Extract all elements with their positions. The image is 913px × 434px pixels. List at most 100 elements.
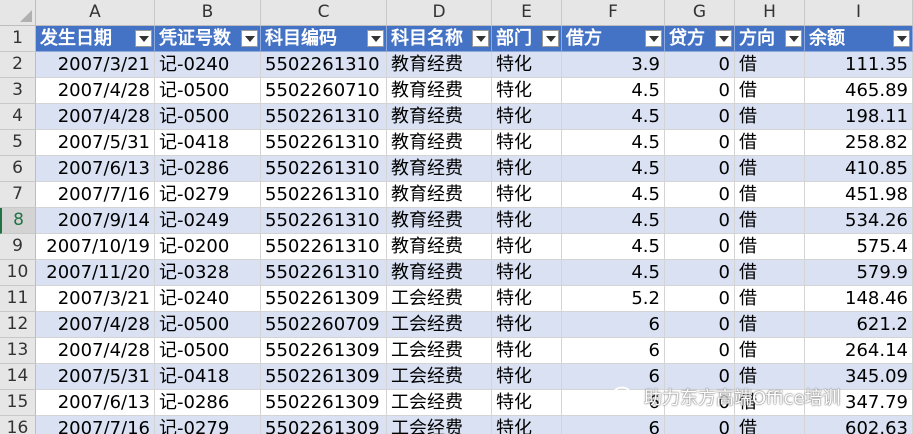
cell-code[interactable]: 5502260710 [261, 78, 387, 104]
cell-subject[interactable]: 工会经费 [387, 312, 492, 338]
cell-dir[interactable]: 借 [735, 260, 805, 286]
cell-subject[interactable]: 教育经费 [387, 78, 492, 104]
cell-date[interactable]: 2007/3/21 [36, 286, 155, 312]
column-header-C[interactable]: C [261, 0, 387, 26]
cell-dept[interactable]: 特化 [492, 234, 562, 260]
row-header-1[interactable]: 1 [0, 26, 36, 52]
cell-balance[interactable]: 465.89 [805, 78, 913, 104]
cell-subject[interactable]: 教育经费 [387, 52, 492, 78]
header-cell-dir[interactable]: 方向 [735, 26, 805, 52]
header-cell-balance[interactable]: 余额 [805, 26, 913, 52]
cell-code[interactable]: 5502261309 [261, 390, 387, 416]
row-header[interactable]: 2 [0, 52, 36, 78]
cell-credit[interactable]: 0 [665, 78, 735, 104]
filter-dropdown-icon[interactable] [542, 30, 559, 47]
cell-dir[interactable]: 借 [735, 338, 805, 364]
filter-dropdown-icon[interactable] [241, 30, 258, 47]
header-cell-code[interactable]: 科目编码 [261, 26, 387, 52]
cell-balance[interactable]: 258.82 [805, 130, 913, 156]
cell-debit[interactable]: 4.5 [562, 104, 665, 130]
cell-credit[interactable]: 0 [665, 182, 735, 208]
cell-subject[interactable]: 工会经费 [387, 364, 492, 390]
cell-balance[interactable]: 198.11 [805, 104, 913, 130]
column-header-F[interactable]: F [562, 0, 665, 26]
cell-code[interactable]: 5502261309 [261, 338, 387, 364]
header-cell-voucher[interactable]: 凭证号数 [155, 26, 261, 52]
cell-debit[interactable]: 6 [562, 338, 665, 364]
column-header-A[interactable]: A [36, 0, 155, 26]
row-header[interactable]: 6 [0, 156, 36, 182]
cell-dept[interactable]: 特化 [492, 338, 562, 364]
column-header-I[interactable]: I [805, 0, 913, 26]
cell-subject[interactable]: 教育经费 [387, 182, 492, 208]
cell-dir[interactable]: 借 [735, 208, 805, 234]
cell-dir[interactable]: 借 [735, 182, 805, 208]
cell-credit[interactable]: 0 [665, 52, 735, 78]
cell-balance[interactable]: 264.14 [805, 338, 913, 364]
header-cell-credit[interactable]: 贷方 [665, 26, 735, 52]
cell-dept[interactable]: 特化 [492, 416, 562, 434]
filter-dropdown-icon[interactable] [135, 30, 152, 47]
cell-code[interactable]: 5502261310 [261, 52, 387, 78]
cell-credit[interactable]: 0 [665, 156, 735, 182]
row-header[interactable]: 12 [0, 312, 36, 338]
cell-dept[interactable]: 特化 [492, 312, 562, 338]
cell-date[interactable]: 2007/4/28 [36, 312, 155, 338]
row-header[interactable]: 3 [0, 78, 36, 104]
cell-dir[interactable]: 借 [735, 52, 805, 78]
cell-voucher[interactable]: 记-0328 [155, 260, 261, 286]
cell-dir[interactable]: 借 [735, 416, 805, 434]
cell-code[interactable]: 5502261309 [261, 286, 387, 312]
cell-debit[interactable]: 6 [562, 312, 665, 338]
cell-voucher[interactable]: 记-0286 [155, 156, 261, 182]
cell-debit[interactable]: 4.5 [562, 156, 665, 182]
cell-date[interactable]: 2007/4/28 [36, 338, 155, 364]
cell-balance[interactable]: 575.4 [805, 234, 913, 260]
column-header-G[interactable]: G [665, 0, 735, 26]
cell-date[interactable]: 2007/5/31 [36, 130, 155, 156]
cell-dir[interactable]: 借 [735, 78, 805, 104]
filter-dropdown-icon[interactable] [785, 30, 802, 47]
header-cell-subject[interactable]: 科目名称 [387, 26, 492, 52]
row-header[interactable]: 15 [0, 390, 36, 416]
cell-code[interactable]: 5502261310 [261, 104, 387, 130]
cell-voucher[interactable]: 记-0500 [155, 104, 261, 130]
cell-voucher[interactable]: 记-0500 [155, 312, 261, 338]
cell-code[interactable]: 5502261309 [261, 416, 387, 434]
cell-voucher[interactable]: 记-0240 [155, 52, 261, 78]
column-header-D[interactable]: D [387, 0, 492, 26]
cell-credit[interactable]: 0 [665, 286, 735, 312]
cell-dept[interactable]: 特化 [492, 156, 562, 182]
cell-subject[interactable]: 工会经费 [387, 416, 492, 434]
cell-dept[interactable]: 特化 [492, 78, 562, 104]
cell-debit[interactable]: 4.5 [562, 260, 665, 286]
cell-dept[interactable]: 特化 [492, 208, 562, 234]
cell-subject[interactable]: 教育经费 [387, 130, 492, 156]
column-header-E[interactable]: E [492, 0, 562, 26]
cell-voucher[interactable]: 记-0418 [155, 364, 261, 390]
cell-subject[interactable]: 教育经费 [387, 260, 492, 286]
cell-balance[interactable]: 534.26 [805, 208, 913, 234]
row-header[interactable]: 4 [0, 104, 36, 130]
filter-dropdown-icon[interactable] [367, 30, 384, 47]
cell-subject[interactable]: 教育经费 [387, 104, 492, 130]
cell-date[interactable]: 2007/6/13 [36, 156, 155, 182]
cell-debit[interactable]: 4.5 [562, 78, 665, 104]
filter-dropdown-icon[interactable] [472, 30, 489, 47]
filter-dropdown-icon[interactable] [893, 30, 910, 47]
cell-debit[interactable]: 3.9 [562, 52, 665, 78]
cell-voucher[interactable]: 记-0279 [155, 416, 261, 434]
cell-balance[interactable]: 111.35 [805, 52, 913, 78]
cell-code[interactable]: 5502261310 [261, 208, 387, 234]
cell-credit[interactable]: 0 [665, 130, 735, 156]
cell-voucher[interactable]: 记-0200 [155, 234, 261, 260]
row-header[interactable]: 5 [0, 130, 36, 156]
cell-code[interactable]: 5502260709 [261, 312, 387, 338]
cell-dept[interactable]: 特化 [492, 390, 562, 416]
cell-credit[interactable]: 0 [665, 104, 735, 130]
cell-credit[interactable]: 0 [665, 208, 735, 234]
cell-dir[interactable]: 借 [735, 104, 805, 130]
cell-code[interactable]: 5502261310 [261, 130, 387, 156]
cell-date[interactable]: 2007/11/20 [36, 260, 155, 286]
cell-debit[interactable]: 4.5 [562, 208, 665, 234]
